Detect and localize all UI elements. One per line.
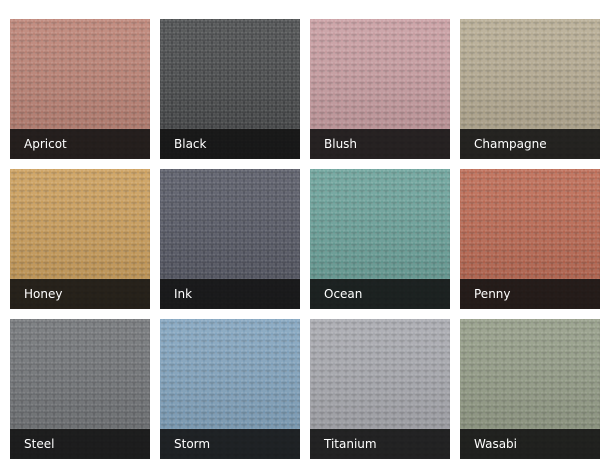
swatch-label: Champagne: [474, 137, 547, 151]
swatch-caption: Wasabi: [460, 429, 600, 459]
swatch-champagne[interactable]: Champagne: [460, 19, 600, 159]
swatch-honey[interactable]: Honey: [10, 169, 150, 309]
swatch-caption: Ink: [160, 279, 300, 309]
swatch-apricot[interactable]: Apricot: [10, 19, 150, 159]
swatch-caption: Honey: [10, 279, 150, 309]
swatch-blush[interactable]: Blush: [310, 19, 450, 159]
swatch-label: Penny: [474, 287, 511, 301]
swatch-label: Ocean: [324, 287, 363, 301]
swatch-label: Steel: [24, 437, 55, 451]
swatch-wasabi[interactable]: Wasabi: [460, 319, 600, 459]
swatch-ink[interactable]: Ink: [160, 169, 300, 309]
swatch-caption: Penny: [460, 279, 600, 309]
swatch-caption: Blush: [310, 129, 450, 159]
swatch-label: Apricot: [24, 137, 67, 151]
swatch-label: Honey: [24, 287, 63, 301]
swatch-caption: Storm: [160, 429, 300, 459]
swatch-grid: Apricot Black Blush Champagne Honey Ink: [10, 19, 600, 459]
swatch-caption: Ocean: [310, 279, 450, 309]
swatch-label: Blush: [324, 137, 358, 151]
swatch-titanium[interactable]: Titanium: [310, 319, 450, 459]
swatch-steel[interactable]: Steel: [10, 319, 150, 459]
swatch-black[interactable]: Black: [160, 19, 300, 159]
swatch-label: Storm: [174, 437, 211, 451]
swatch-caption: Apricot: [10, 129, 150, 159]
swatch-storm[interactable]: Storm: [160, 319, 300, 459]
swatch-ocean[interactable]: Ocean: [310, 169, 450, 309]
swatch-label: Wasabi: [474, 437, 518, 451]
swatch-label: Titanium: [324, 437, 377, 451]
swatch-caption: Steel: [10, 429, 150, 459]
swatch-penny[interactable]: Penny: [460, 169, 600, 309]
swatch-label: Ink: [174, 287, 193, 301]
swatch-caption: Champagne: [460, 129, 600, 159]
swatch-label: Black: [174, 137, 207, 151]
swatch-caption: Titanium: [310, 429, 450, 459]
swatch-caption: Black: [160, 129, 300, 159]
